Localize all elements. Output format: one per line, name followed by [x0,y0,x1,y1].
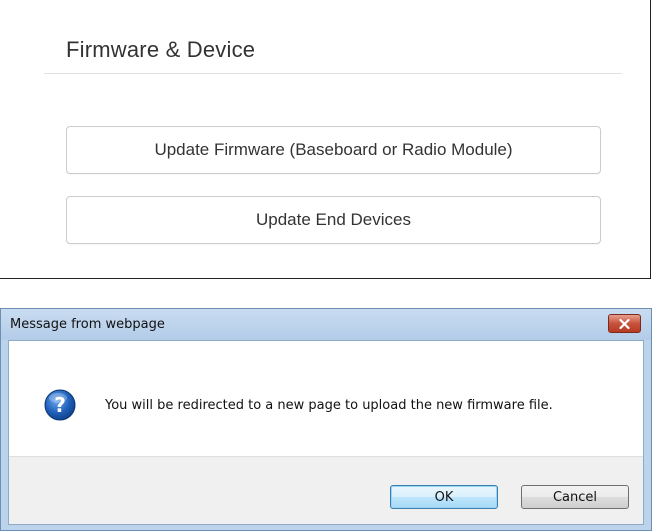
firmware-device-panel: Firmware & Device Update Firmware (Baseb… [0,0,651,279]
cancel-button[interactable]: Cancel [521,485,629,509]
message-dialog: Message from webpage ? You will be redir… [0,308,652,531]
screen: Firmware & Device Update Firmware (Baseb… [0,0,652,531]
update-end-devices-button[interactable]: Update End Devices [66,196,601,244]
dialog-title-bar[interactable]: Message from webpage [1,309,651,340]
ok-button[interactable]: OK [390,485,498,509]
question-icon: ? [44,389,76,421]
divider [44,73,622,74]
panel-title: Firmware & Device [66,37,256,62]
message-area: ? You will be redirected to a new page t… [9,341,643,456]
close-icon [619,318,630,329]
svg-text:?: ? [54,393,66,417]
update-firmware-button[interactable]: Update Firmware (Baseboard or Radio Modu… [66,126,601,174]
close-button[interactable] [608,314,641,333]
dialog-message: You will be redirected to a new page to … [105,398,553,413]
dialog-title: Message from webpage [10,317,165,332]
dialog-body: ? You will be redirected to a new page t… [8,340,644,525]
dialog-button-bar: OK Cancel [9,456,643,524]
